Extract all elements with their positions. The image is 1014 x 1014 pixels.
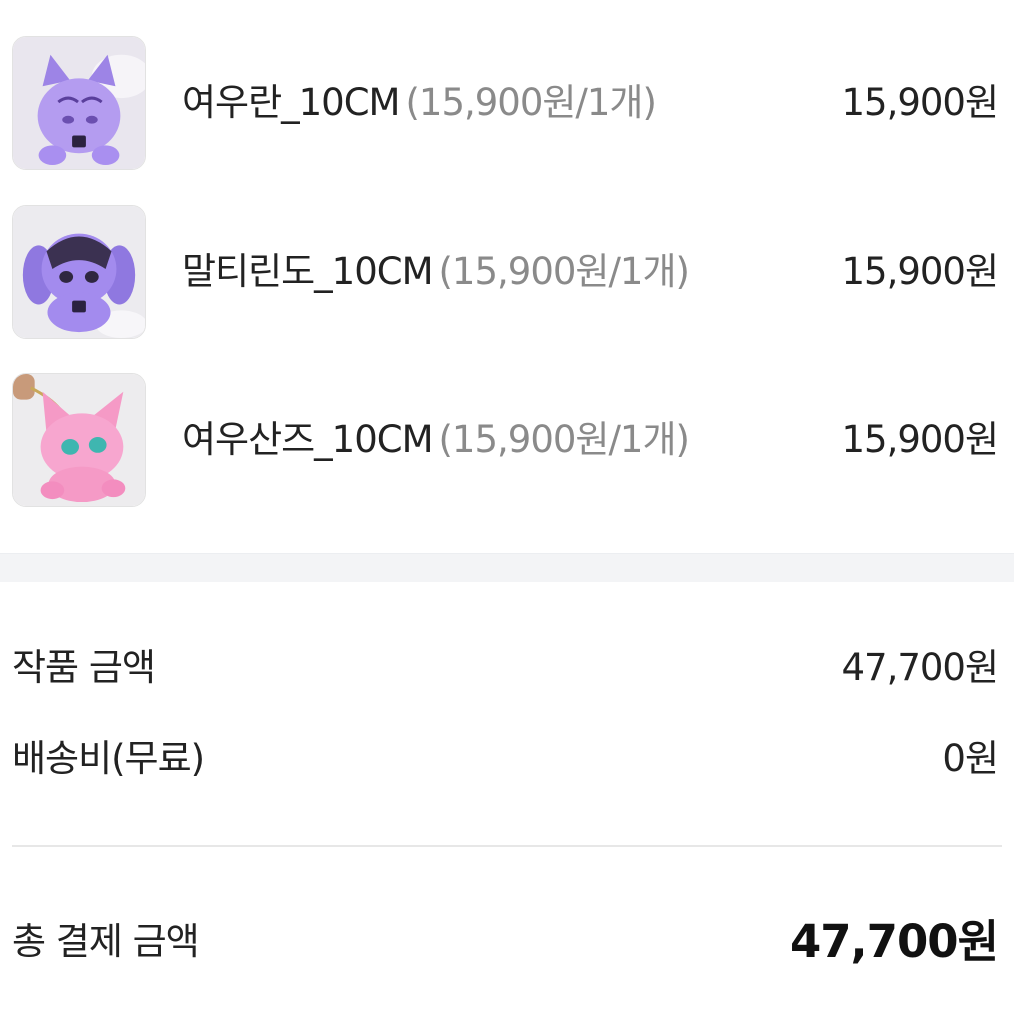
product-thumbnail[interactable] [12,373,146,507]
product-amount-value: 47,700원 [841,646,999,689]
order-item[interactable]: 말티린도_10CM (15,900원/1개) 15,900원 [0,205,1014,341]
line-price: 15,900원 [841,250,999,293]
unit-price-quantity: (15,900원/1개) [405,81,656,124]
line-price: 15,900원 [841,81,999,124]
product-title: 여우란_10CM [182,81,400,124]
product-thumbnail[interactable] [12,205,146,339]
unit-price-quantity: (15,900원/1개) [438,418,690,461]
shipping-value: 0원 [942,737,999,780]
product-name: 여우산즈_10CM (15,900원/1개) [182,373,690,507]
section-separator [0,553,1014,582]
purple-dog-plush-icon [13,206,145,338]
product-name: 말티린도_10CM (15,900원/1개) [182,205,690,339]
product-title: 말티린도_10CM [182,250,433,293]
order-item[interactable]: 여우란_10CM (15,900원/1개) 15,900원 [0,36,1014,172]
product-amount-row: 작품 금액 47,700원 [0,638,1014,698]
product-amount-label: 작품 금액 [12,646,156,689]
purple-fox-plush-icon [13,37,145,169]
shipping-label: 배송비(무료) [12,737,205,780]
line-price: 15,900원 [841,418,999,461]
product-title: 여우산즈_10CM [182,418,433,461]
total-value: 47,700원 [789,915,999,968]
order-item[interactable]: 여우산즈_10CM (15,900원/1개) 15,900원 [0,373,1014,509]
shipping-row: 배송비(무료) 0원 [0,729,1014,789]
unit-price-quantity: (15,900원/1개) [438,250,690,293]
total-row: 총 결제 금액 47,700원 [0,912,1014,972]
product-name: 여우란_10CM (15,900원/1개) [182,36,657,170]
product-thumbnail[interactable] [12,36,146,170]
divider [12,845,1002,847]
total-label: 총 결제 금액 [12,920,200,963]
pink-fox-plush-icon [13,374,145,506]
